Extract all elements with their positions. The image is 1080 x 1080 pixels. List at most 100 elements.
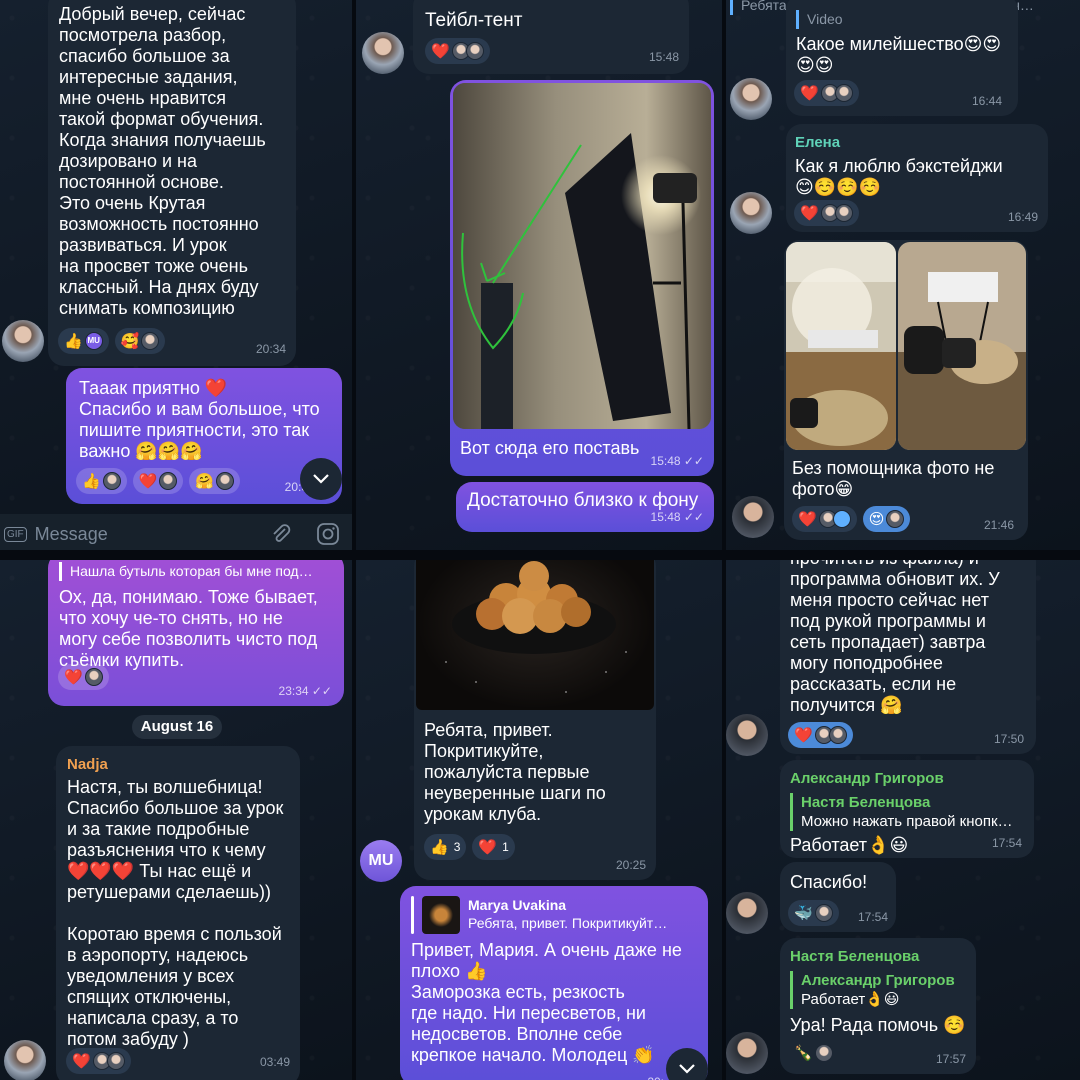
avatar[interactable]: MU: [360, 840, 402, 882]
chat-panel-2: Тейбл-тент ❤️ 15:48 Вот сюда его поставь…: [356, 0, 722, 550]
message-bubble[interactable]: Video Какое милейшество😍😍 😍😍 ❤️ 16:44: [786, 0, 1018, 116]
message-time: 15:48 ✓✓: [650, 510, 704, 524]
photo-drawing: [898, 242, 1026, 450]
message-bubble[interactable]: Елена Как я люблю бэкстейджи 😊☺️☺️☺️ ❤️ …: [786, 124, 1048, 232]
message-time: 17:57: [935, 1052, 966, 1066]
gif-button[interactable]: GIF: [4, 526, 27, 542]
message-text: Тейбл-тент: [425, 10, 523, 31]
reaction-chip[interactable]: 😍: [862, 506, 911, 532]
message-composer: GIF Message: [0, 514, 352, 550]
sender-name[interactable]: Елена: [795, 132, 1038, 153]
message-time: 23:34 ✓✓: [278, 684, 332, 698]
message-time: 17:54: [857, 910, 888, 924]
reaction-chip[interactable]: ❤️ 1: [472, 834, 515, 860]
reaction-chip[interactable]: 🤗: [189, 468, 241, 494]
reaction-chip[interactable]: 👍 MU: [58, 328, 109, 354]
message-time: 15:48 ✓✓: [650, 454, 704, 468]
reaction-chip[interactable]: 🍾: [788, 1040, 839, 1066]
chat-panel-3: Ребята, привет. Добро пожаловать в наш ч…: [726, 0, 1080, 550]
photo-backstage-1[interactable]: [786, 242, 896, 450]
reaction-chip[interactable]: ❤️: [58, 664, 109, 690]
chat-panel-6: прочитать из файла) и программа обновит …: [726, 560, 1080, 1080]
reply-quote[interactable]: Marya Uvakina Ребята, привет. Покритикуй…: [411, 896, 698, 934]
avatar[interactable]: [362, 32, 404, 74]
message-text: Ох, да, понимаю. Тоже бывает, что хочу ч…: [59, 587, 318, 670]
scroll-down-button[interactable]: [300, 458, 342, 500]
chat-panel-4: Нашла бутыль которая бы мне под… Ох, да,…: [0, 560, 352, 1080]
message-time: 17:50: [993, 732, 1024, 746]
avatar[interactable]: [730, 78, 772, 120]
avatar[interactable]: [726, 892, 768, 934]
avatar[interactable]: [4, 1040, 46, 1080]
chat-panel-5: Ребята, привет. Покритикуйте, пожалуйста…: [356, 560, 722, 1080]
reply-quote[interactable]: Александр Григоров Работает👌😃: [790, 971, 966, 1009]
avatar[interactable]: [2, 320, 44, 362]
message-time: 03:49: [259, 1055, 290, 1069]
message-bubble[interactable]: Нашла бутыль которая бы мне под… Ох, да,…: [48, 560, 344, 706]
message-time: 20:34: [255, 342, 286, 356]
message-bubble[interactable]: Тейбл-тент ❤️ 15:48: [413, 0, 689, 74]
reactions: ❤️: [58, 664, 109, 690]
message-bubble[interactable]: прочитать из файла) и программа обновит …: [780, 560, 1036, 754]
message-text: Спасибо!: [790, 872, 868, 892]
reaction-chip[interactable]: ❤️: [132, 468, 184, 494]
message-bubble[interactable]: Добрый вечер, сейчас посмотрела разбор, …: [48, 0, 296, 366]
photo-message[interactable]: Ребята, привет. Покритикуйте, пожалуйста…: [414, 560, 656, 880]
photo-message[interactable]: Без помощника фото не фото😁 ❤️ 😍 21:46: [784, 240, 1028, 540]
message-text: Ребята, привет. Покритикуйте, пожалуйста…: [424, 720, 606, 824]
message-input[interactable]: Message: [35, 524, 270, 545]
reply-thumbnail: [422, 896, 460, 934]
avatar[interactable]: [726, 714, 768, 756]
reaction-chip[interactable]: ❤️: [792, 506, 857, 532]
paperclip-icon[interactable]: [270, 523, 292, 545]
message-time: 20:25: [615, 858, 646, 872]
photo-donuts[interactable]: [416, 560, 654, 710]
reactions: 👍 MU 🥰: [58, 328, 166, 354]
avatar[interactable]: [732, 496, 774, 538]
message-bubble[interactable]: Достаточно близко к фону 15:48 ✓✓: [456, 482, 714, 532]
message-bubble[interactable]: Marya Uvakina Ребята, привет. Покритикуй…: [400, 886, 708, 1080]
message-text: прочитать из файла) и программа обновит …: [790, 560, 1000, 715]
chevron-down-icon: [679, 1064, 695, 1074]
photo-drawing: [786, 242, 896, 450]
message-bubble[interactable]: Nadja Настя, ты волшебница! Спасибо боль…: [56, 746, 300, 1080]
message-time: 17:54: [991, 836, 1022, 850]
message-time: 15:48: [648, 50, 679, 64]
reaction-chip[interactable]: 🐳: [788, 900, 839, 926]
sender-name[interactable]: Nadja: [67, 754, 290, 775]
reply-quote[interactable]: Video: [796, 10, 843, 29]
reaction-chip[interactable]: 👍: [76, 468, 127, 494]
message-bubble[interactable]: Александр Григоров Настя Беленцова Можно…: [780, 760, 1034, 858]
message-bubble[interactable]: Спасибо! 🐳 17:54: [780, 862, 896, 932]
reaction-chip[interactable]: ❤️: [425, 38, 490, 64]
message-text: Привет, Мария. А очень даже не плохо 👍 З…: [411, 940, 682, 1065]
reply-quote[interactable]: Нашла бутыль которая бы мне под…: [59, 562, 334, 581]
sender-name[interactable]: Александр Григоров: [790, 768, 1024, 789]
avatar[interactable]: [730, 192, 772, 234]
message-bubble[interactable]: Настя Беленцова Александр Григоров Работ…: [780, 938, 976, 1074]
message-time: 21:46: [983, 518, 1014, 532]
reactions: ❤️: [66, 1048, 131, 1074]
reactions: ❤️ 😍: [792, 506, 911, 532]
reaction-chip[interactable]: ❤️: [66, 1048, 131, 1074]
photo-studio-setup[interactable]: [453, 83, 711, 429]
photo-backstage-2[interactable]: [898, 242, 1026, 450]
message-text: Ура! Рада помочь ☺️: [790, 1015, 966, 1035]
sender-name[interactable]: Настя Беленцова: [790, 946, 966, 967]
camera-icon[interactable]: [316, 522, 340, 546]
reactions: ❤️: [794, 80, 859, 106]
reaction-chip[interactable]: ❤️: [794, 80, 859, 106]
avatar[interactable]: [726, 1032, 768, 1074]
message-text: Настя, ты волшебница! Спасибо большое за…: [67, 777, 284, 1049]
photo-drawing: [445, 561, 627, 693]
reactions: 🍾: [788, 1040, 839, 1066]
photo-message[interactable]: Вот сюда его поставь 15:48 ✓✓: [450, 80, 714, 476]
reaction-chip[interactable]: ❤️: [788, 722, 853, 748]
reaction-chip[interactable]: 🥰: [114, 328, 166, 354]
chevron-down-icon: [313, 474, 329, 484]
reaction-chip[interactable]: 👍 3: [424, 834, 467, 860]
reaction-chip[interactable]: ❤️: [794, 200, 859, 226]
photo-caption: Вот сюда его поставь: [460, 438, 640, 458]
reactions: ❤️: [425, 38, 490, 64]
reply-quote[interactable]: Настя Беленцова Можно нажать правой кноп…: [790, 793, 1024, 831]
